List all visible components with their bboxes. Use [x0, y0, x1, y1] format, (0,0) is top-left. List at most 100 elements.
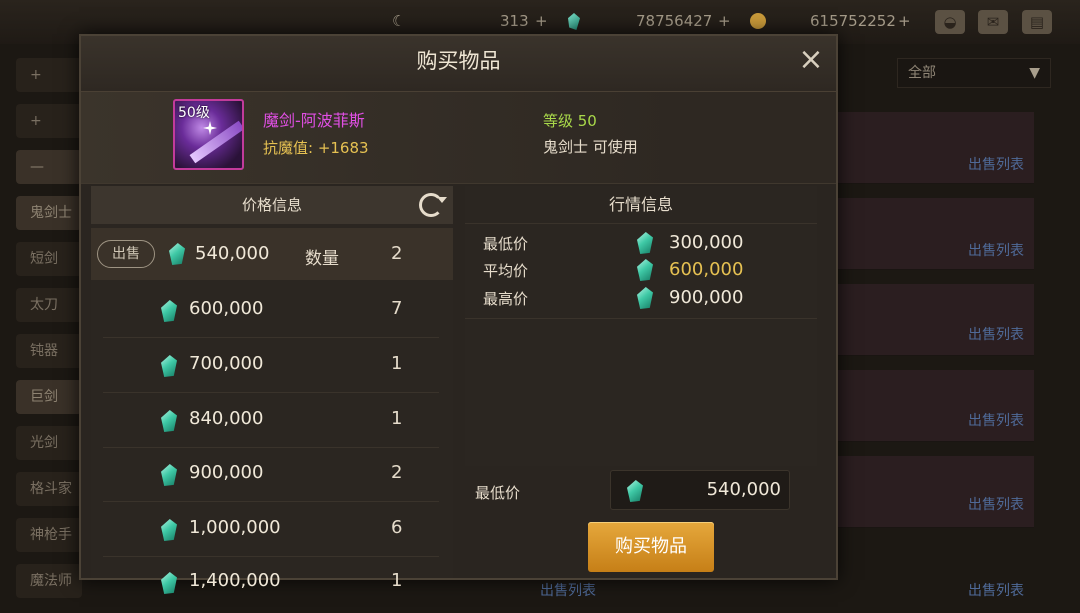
buy-item-dialog: 购买物品 × 50级 魔剑-阿波菲斯 抗魔值: +1683 等级 50 鬼剑士 …: [79, 34, 838, 594]
gem-currency-icon: [568, 13, 580, 30]
listing-price: 1,400,000: [189, 570, 281, 591]
listing-row[interactable]: [838, 284, 1034, 356]
category-mage[interactable]: 魔法师: [16, 564, 82, 598]
listing-row[interactable]: 1,400,000 1: [103, 558, 439, 612]
listing-row[interactable]: 1,000,000 6: [103, 503, 439, 557]
category-gunner[interactable]: 神枪手: [16, 518, 82, 552]
listing-quantity: 2: [391, 462, 403, 483]
gem-icon: [161, 572, 177, 594]
market-max-label: 最高价: [483, 290, 529, 308]
category-katana[interactable]: 太刀: [16, 288, 82, 322]
mail-icon[interactable]: ✉: [978, 10, 1008, 34]
currency3-plus[interactable]: +: [898, 12, 911, 30]
category-greatsword[interactable]: 巨剑: [16, 380, 82, 414]
listing-price: 600,000: [189, 298, 264, 319]
gem-icon: [637, 232, 653, 254]
market-avg-value: 600,000: [669, 259, 744, 280]
listing-quantity: 1: [391, 570, 403, 591]
item-level-badge: 50级: [178, 105, 210, 121]
divider: [465, 318, 817, 319]
currency2-plus[interactable]: +: [718, 12, 731, 30]
category-expand-2[interactable]: +: [16, 104, 82, 138]
gem-icon: [161, 300, 177, 322]
listing-quantity: 7: [391, 298, 403, 319]
blade-graphic: [189, 120, 242, 164]
sell-badge: 出售: [97, 240, 155, 268]
sell-list-link[interactable]: 出售列表: [968, 580, 1024, 600]
filter-dropdown[interactable]: 全部 ▼: [897, 58, 1051, 88]
item-sword-icon[interactable]: 50级: [173, 99, 244, 170]
sell-list-link[interactable]: 出售列表: [968, 410, 1024, 430]
chat-icon[interactable]: ▤: [1022, 10, 1052, 34]
filter-label: 全部: [908, 65, 936, 81]
moon-currency-icon: ☾: [392, 12, 406, 30]
lowest-price-label: 最低价: [475, 484, 521, 502]
currency1-value: 313: [500, 12, 529, 30]
listing-row[interactable]: 900,000 2: [103, 448, 439, 502]
category-lightsaber[interactable]: 光剑: [16, 426, 82, 460]
listing-quantity: 6: [391, 517, 403, 538]
item-usable-class: 鬼剑士 可使用: [543, 138, 638, 156]
listing-quantity: 1: [391, 408, 403, 429]
gem-icon: [161, 410, 177, 432]
sell-list-link[interactable]: 出售列表: [540, 580, 596, 600]
category-collapse[interactable]: —: [16, 150, 82, 184]
listing-row[interactable]: [838, 456, 1034, 528]
category-expand-1[interactable]: +: [16, 58, 82, 92]
listing-row[interactable]: 840,000 1: [103, 394, 439, 448]
gem-icon: [161, 519, 177, 541]
listing-price: 840,000: [189, 408, 264, 429]
item-required-level: 等级 50: [543, 112, 597, 130]
dialog-header: 购买物品 ×: [81, 36, 836, 92]
gold-coin-icon: [750, 13, 766, 29]
gem-icon: [169, 243, 185, 265]
listing-row[interactable]: [838, 370, 1034, 442]
currency3-value: 615752252: [810, 12, 896, 30]
market-min-value: 300,000: [669, 232, 744, 253]
category-blunt[interactable]: 钝器: [16, 334, 82, 368]
lowest-price-field: 540,000: [610, 470, 790, 510]
sell-list-link[interactable]: 出售列表: [968, 324, 1024, 344]
market-info-panel: 行情信息 最低价 300,000 平均价 600,000 最高价 900,000: [465, 186, 817, 466]
listing-row[interactable]: 600,000 7: [103, 284, 439, 338]
bag-icon[interactable]: ◒: [935, 10, 965, 34]
category-short-sword[interactable]: 短剑: [16, 242, 82, 276]
gem-icon: [637, 287, 653, 309]
item-name: 魔剑-阿波菲斯: [263, 111, 365, 130]
price-info-panel: 价格信息 出售 540,000 数量 2 600,000 7 700,000 1…: [91, 186, 453, 594]
sparkle-graphic: [203, 121, 217, 135]
item-stat: 抗魔值: +1683: [263, 139, 369, 157]
category-ghost-swordsman[interactable]: 鬼剑士: [16, 196, 82, 230]
dialog-title: 购买物品: [416, 49, 501, 73]
listing-quantity: 1: [391, 353, 403, 374]
market-info-title: 行情信息: [465, 186, 817, 224]
currency2-value: 78756427: [636, 12, 713, 30]
quantity-label: 数量: [305, 249, 339, 269]
listing-price: 900,000: [189, 462, 264, 483]
sell-list-link[interactable]: 出售列表: [968, 154, 1024, 174]
price-info-title: 价格信息: [241, 196, 302, 214]
refresh-icon[interactable]: [419, 193, 443, 217]
listing-price: 1,000,000: [189, 517, 281, 538]
market-max-value: 900,000: [669, 287, 744, 308]
gem-icon: [627, 480, 643, 502]
dropdown-arrow-icon: ▼: [1029, 65, 1040, 81]
currency1-plus[interactable]: +: [535, 12, 548, 30]
selected-listing-row[interactable]: 出售 540,000 数量 2: [91, 228, 453, 280]
sell-list-link[interactable]: 出售列表: [968, 494, 1024, 514]
sell-list-link[interactable]: 出售列表: [968, 240, 1024, 260]
category-fighter[interactable]: 格斗家: [16, 472, 82, 506]
listing-price: 540,000: [195, 243, 270, 264]
gem-icon: [637, 259, 653, 281]
market-min-label: 最低价: [483, 235, 529, 253]
buy-item-button[interactable]: 购买物品: [588, 522, 714, 572]
gem-icon: [161, 464, 177, 486]
close-icon[interactable]: ×: [798, 45, 824, 75]
price-info-header: 价格信息: [91, 186, 453, 224]
listing-quantity: 2: [391, 243, 403, 264]
lowest-price-value: 540,000: [706, 479, 781, 500]
listing-price: 700,000: [189, 353, 264, 374]
gem-icon: [161, 355, 177, 377]
item-summary: 50级 魔剑-阿波菲斯 抗魔值: +1683 等级 50 鬼剑士 可使用: [81, 92, 836, 184]
listing-row[interactable]: 700,000 1: [103, 339, 439, 393]
